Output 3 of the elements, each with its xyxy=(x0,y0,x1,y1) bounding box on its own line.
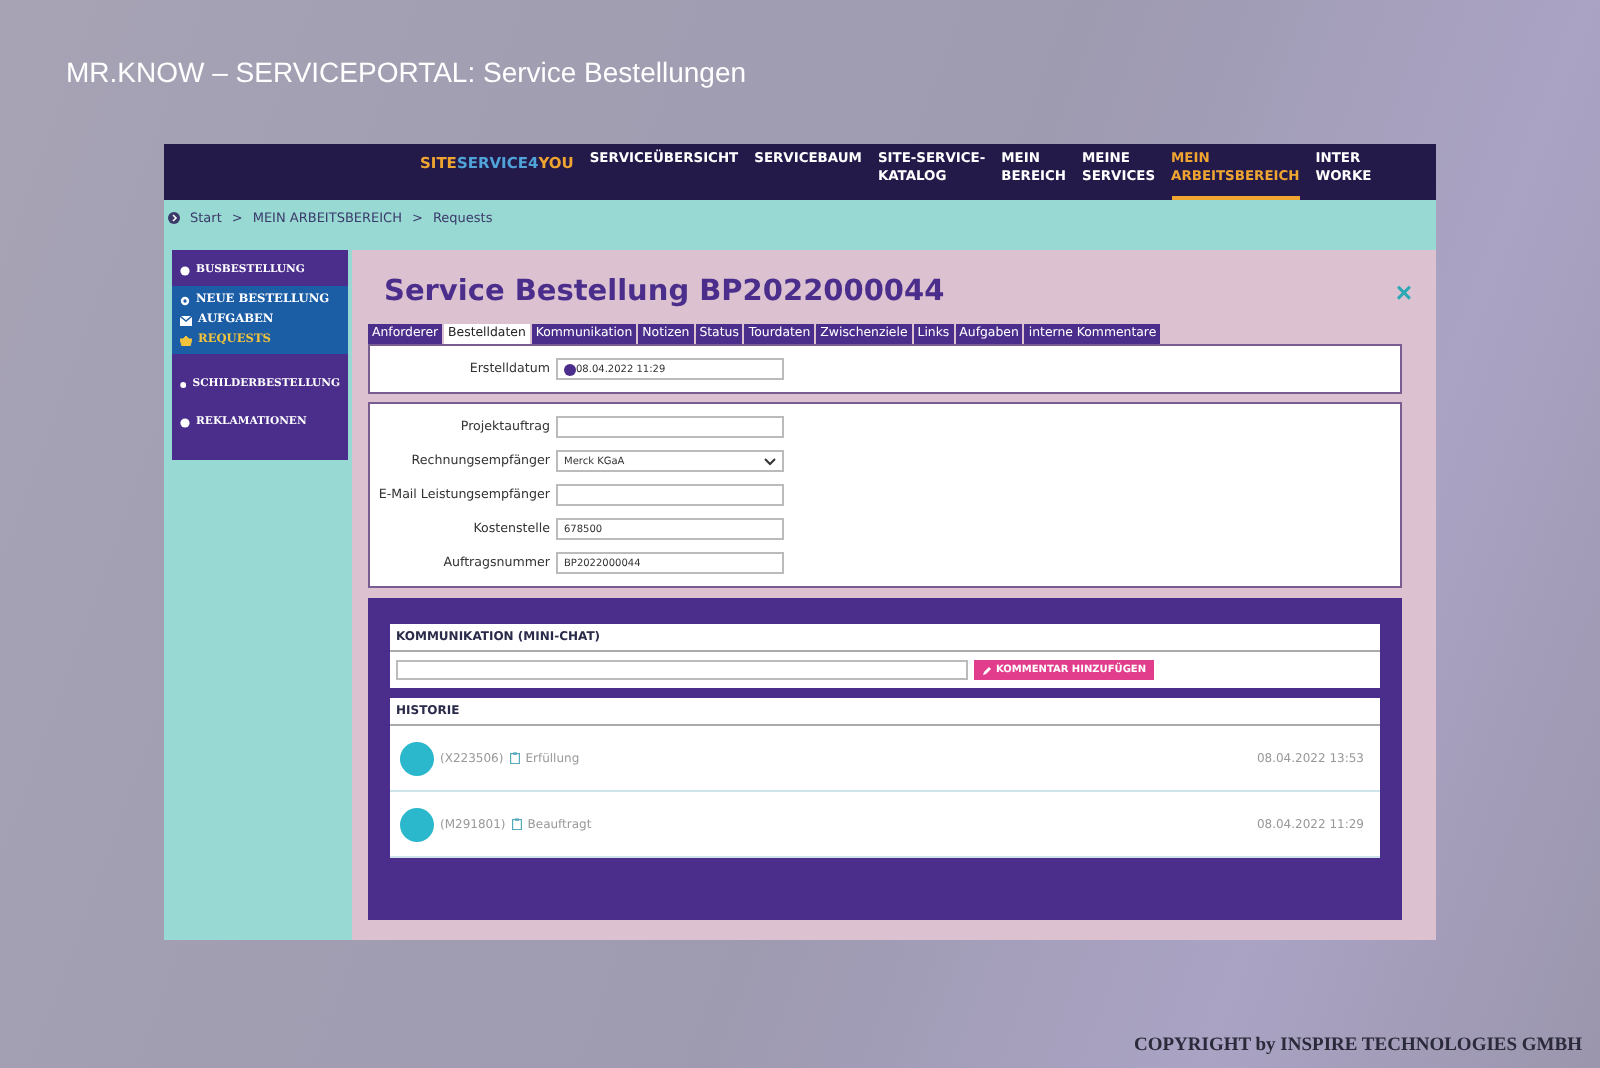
copyright-text: COPYRIGHT by INSPIRE TECHNOLOGIES GMBH xyxy=(1133,1036,1582,1056)
slide-title: MR.KNOW – SERVICEPORTAL: Service Bestellungen xyxy=(66,56,747,88)
page-title: Service Bestellung BP2022000044 xyxy=(384,276,945,308)
